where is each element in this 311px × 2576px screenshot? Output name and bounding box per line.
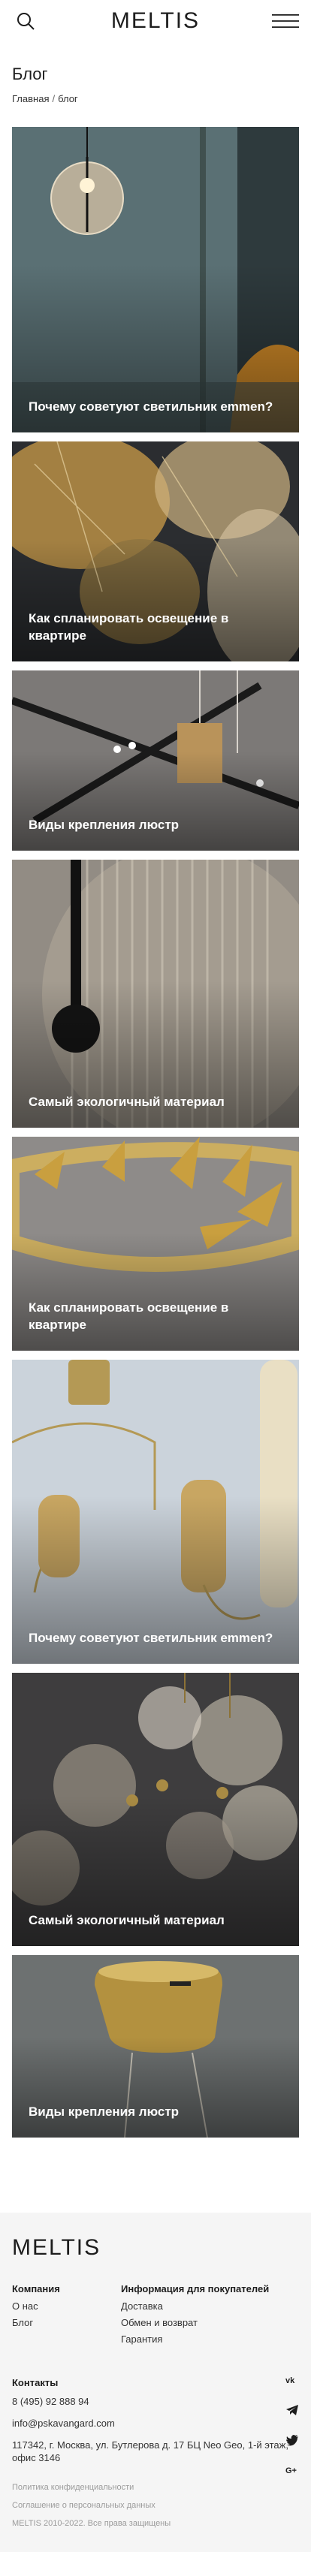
blog-card[interactable]: Виды крепления люстр: [12, 1955, 299, 2138]
footer-columns: Компания О нас Блог Информация для покуп…: [12, 2283, 299, 2350]
footer-contacts-heading: Контакты: [12, 2377, 59, 2388]
footer-link-returns[interactable]: Обмен и возврат: [121, 2317, 269, 2328]
social-links: vk G+: [285, 2373, 299, 2477]
card-title[interactable]: Как спланировать освещение в квартире: [29, 610, 282, 645]
svg-text:vk: vk: [285, 2376, 295, 2385]
blog-card[interactable]: Виды крепления люстр: [12, 670, 299, 851]
footer-link-about[interactable]: О нас: [12, 2300, 121, 2312]
hamburger-menu-icon[interactable]: [271, 8, 299, 35]
footer-buyers-heading: Информация для покупателей: [121, 2283, 270, 2294]
card-title[interactable]: Как спланировать освещение в квартире: [29, 1300, 282, 1334]
card-title[interactable]: Почему советуют светильник emmen?: [29, 399, 282, 416]
footer-contacts: Контакты 8 (495) 92 888 94 info@pskavang…: [12, 2377, 299, 2465]
footer-company: Компания О нас Блог: [12, 2283, 121, 2350]
telegram-icon[interactable]: [285, 2403, 299, 2417]
search-icon[interactable]: [12, 8, 39, 35]
google-plus-icon[interactable]: G+: [285, 2463, 299, 2477]
breadcrumb-home[interactable]: Главная: [12, 93, 49, 104]
breadcrumb-current: блог: [58, 93, 78, 104]
footer-legal: Политика конфиденциальности Соглашение о…: [12, 2483, 299, 2528]
footer-link-blog[interactable]: Блог: [12, 2317, 121, 2328]
svg-text:G+: G+: [285, 2466, 297, 2475]
card-title[interactable]: Самый экологичный материал: [29, 1094, 282, 1111]
breadcrumb: Главная / блог: [12, 93, 299, 104]
card-title[interactable]: Почему советуют светильник emmen?: [29, 1630, 282, 1647]
card-title[interactable]: Виды крепления люстр: [29, 817, 282, 834]
blog-card[interactable]: Как спланировать освещение в квартире: [12, 441, 299, 661]
blog-card[interactable]: Как спланировать освещение в квартире: [12, 1137, 299, 1351]
page-title: Блог: [12, 65, 48, 83]
site-logo[interactable]: MELTIS: [111, 8, 200, 34]
blog-card[interactable]: Самый экологичный материал: [12, 860, 299, 1128]
blog-card[interactable]: Самый экологичный материал: [12, 1673, 299, 1946]
site-footer: MELTIS Компания О нас Блог Информация дл…: [0, 2213, 311, 2552]
blog-list: Почему советуют светильник emmen? Как сп…: [0, 104, 311, 2138]
card-title[interactable]: Самый экологичный материал: [29, 1912, 282, 1930]
contact-address: 117342, г. Москва, ул. Бутлерова д. 17 Б…: [12, 2439, 288, 2463]
breadcrumb-separator: /: [52, 93, 56, 104]
page-head: Блог Главная / блог: [0, 42, 311, 104]
footer-company-heading: Компания: [12, 2283, 60, 2294]
footer-logo[interactable]: MELTIS: [12, 2235, 299, 2261]
blog-card[interactable]: Почему советуют светильник emmen?: [12, 1360, 299, 1664]
privacy-policy-link[interactable]: Политика конфиденциальности: [12, 2483, 299, 2492]
contact-phone[interactable]: 8 (495) 92 888 94: [12, 2396, 299, 2409]
footer-buyers: Информация для покупателей Доставка Обме…: [121, 2283, 269, 2350]
site-header: MELTIS: [0, 0, 311, 42]
footer-link-warranty[interactable]: Гарантия: [121, 2333, 269, 2345]
personal-data-link[interactable]: Соглашение о персональных данных: [12, 2501, 299, 2510]
blog-card[interactable]: Почему советуют светильник emmen?: [12, 127, 299, 432]
vk-icon[interactable]: vk: [285, 2373, 299, 2387]
contact-email[interactable]: info@pskavangard.com: [12, 2418, 299, 2430]
copyright: MELTIS 2010-2022. Все права защищены: [12, 2518, 171, 2528]
twitter-icon[interactable]: [285, 2433, 299, 2447]
footer-link-delivery[interactable]: Доставка: [121, 2300, 269, 2312]
card-title[interactable]: Виды крепления люстр: [29, 2104, 282, 2121]
